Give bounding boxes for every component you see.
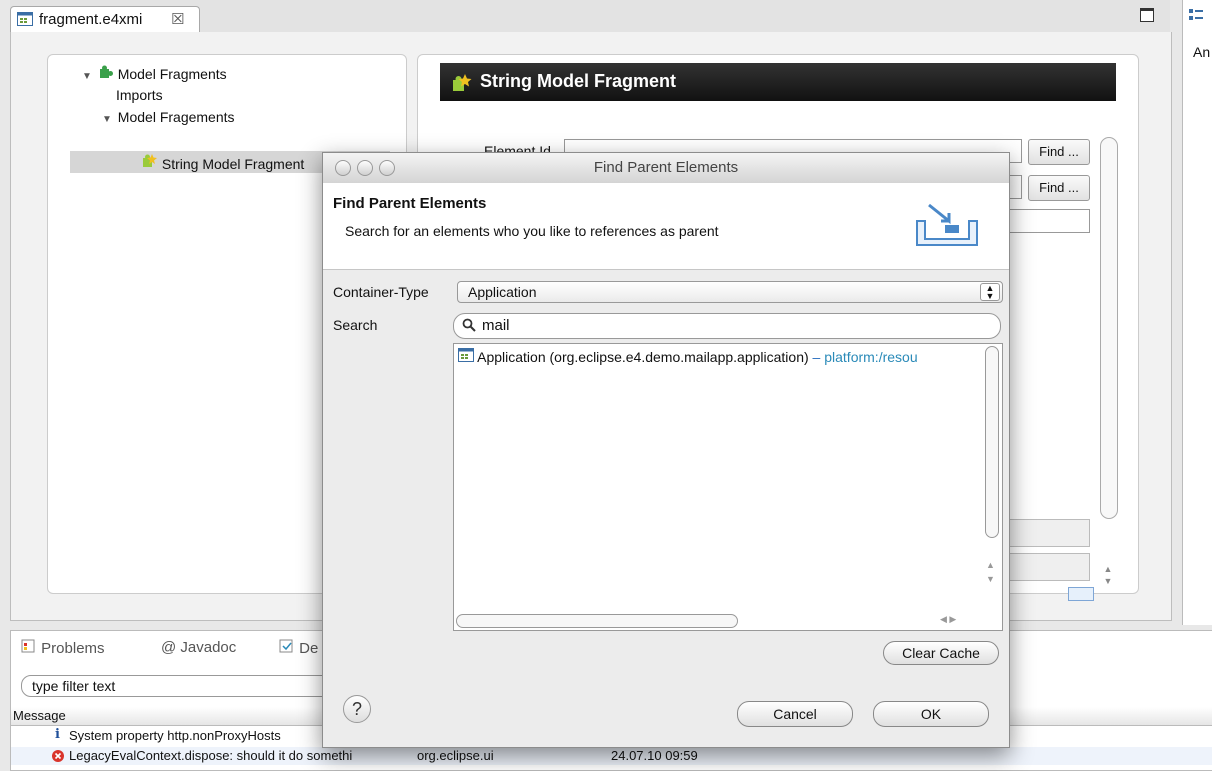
detail-header: String Model Fragment [440, 63, 1116, 101]
problems-icon [21, 639, 37, 657]
banner-title: Find Parent Elements [333, 195, 487, 212]
container-type-label: Container-Type [333, 284, 429, 300]
puzzle-icon [98, 65, 114, 82]
search-input[interactable]: mail [453, 313, 1001, 339]
tree-item-model-fragements[interactable]: ▼ Model Fragements [102, 109, 235, 125]
container-type-select[interactable]: Application ▲ ▼ [457, 281, 1003, 303]
tree-item-model-fragments[interactable]: ▼ Model Fragments [82, 65, 227, 82]
tree-item-imports[interactable]: Imports [116, 87, 163, 103]
scroll-thumb[interactable] [456, 614, 738, 628]
maximize-icon[interactable] [1140, 8, 1154, 22]
result-name: Application (org.eclipse.e4.demo.mailapp… [477, 349, 809, 365]
outline-panel: An [1182, 0, 1212, 625]
tab-declaration[interactable]: De [279, 639, 318, 657]
tab-problems[interactable]: Problems [21, 639, 105, 657]
model-file-icon [17, 12, 33, 29]
scroll-thumb[interactable] [985, 346, 999, 538]
scroll-arrows-icon[interactable]: ▲ ▼ [986, 558, 995, 586]
list-icon[interactable] [1068, 587, 1094, 601]
help-button[interactable]: ? [343, 695, 371, 723]
scroll-arrows-icon[interactable]: ▲ ▼ [1100, 563, 1116, 599]
detail-scrollbar[interactable] [1100, 137, 1118, 519]
tab-javadoc[interactable]: @ Javadoc [161, 639, 236, 656]
search-label: Search [333, 317, 378, 333]
find-button[interactable]: Find ... [1028, 139, 1090, 165]
clear-cache-button[interactable]: Clear Cache [883, 641, 999, 665]
container-type-value: Application [468, 284, 537, 300]
dialog-titlebar[interactable]: Find Parent Elements [323, 153, 1009, 184]
tree-label: Model Fragements [117, 109, 235, 125]
expand-arrow-icon[interactable]: ▼ [82, 71, 92, 82]
fragment-icon [450, 73, 472, 96]
search-icon [462, 318, 476, 336]
fragment-icon [140, 154, 158, 172]
declaration-icon [279, 639, 295, 657]
find-button[interactable]: Find ... [1028, 175, 1090, 201]
detail-field [1008, 519, 1090, 547]
log-date: 24.07.10 09:59 [611, 748, 698, 763]
detail-title: String Model Fragment [480, 71, 677, 91]
tab-label: De [299, 640, 319, 657]
info-icon: i [55, 727, 60, 742]
tree-item-string-model-fragment[interactable]: String Model Fragment [140, 153, 304, 172]
log-row[interactable]: LegacyEvalContext.dispose: should it do … [11, 747, 1212, 765]
log-message: LegacyEvalContext.dispose: should it do … [69, 748, 353, 763]
tree-label: Model Fragments [117, 66, 227, 82]
ok-button[interactable]: OK [873, 701, 989, 727]
import-icon [915, 199, 981, 250]
tree-label: Imports [116, 87, 163, 103]
outline-icon[interactable] [1189, 8, 1203, 25]
editor-tab-label: fragment.e4xmi [39, 11, 143, 28]
find-parent-dialog: Find Parent Elements Find Parent Element… [322, 152, 1010, 748]
result-location: platform:/resou [824, 349, 918, 365]
search-value: mail [482, 317, 510, 334]
list-item[interactable]: Application (org.eclipse.e4.demo.mailapp… [458, 348, 918, 365]
cancel-button[interactable]: Cancel [737, 701, 853, 727]
application-icon [458, 348, 474, 365]
dialog-banner: Find Parent Elements Search for an eleme… [323, 183, 1009, 270]
close-icon[interactable]: ☒ [171, 10, 184, 28]
log-plugin: org.eclipse.ui [417, 748, 494, 763]
error-icon [51, 749, 65, 766]
tree-label: String Model Fragment [161, 156, 305, 172]
outline-label: An [1193, 44, 1211, 60]
results-vertical-scrollbar[interactable]: ▲ ▼ [984, 346, 1000, 612]
banner-description: Search for an elements who you like to r… [345, 223, 719, 239]
result-separator: – [812, 349, 821, 365]
detail-field [1008, 553, 1090, 581]
column-label: Message [13, 708, 66, 723]
expand-arrow-icon[interactable]: ▼ [102, 114, 112, 125]
results-horizontal-scrollbar[interactable]: ◀ ▶ [456, 614, 980, 628]
scroll-arrows-icon[interactable]: ◀ ▶ [940, 614, 956, 625]
tab-label: Problems [41, 640, 105, 657]
select-arrows-icon: ▲ ▼ [980, 283, 1000, 301]
editor-tab-fragment[interactable]: fragment.e4xmi ☒ [10, 6, 200, 33]
results-list[interactable]: Application (org.eclipse.e4.demo.mailapp… [453, 343, 1003, 631]
log-message: System property http.nonProxyHosts [69, 728, 281, 743]
dialog-title: Find Parent Elements [593, 159, 739, 176]
editor-tab-bar: fragment.e4xmi ☒ [10, 0, 1170, 33]
